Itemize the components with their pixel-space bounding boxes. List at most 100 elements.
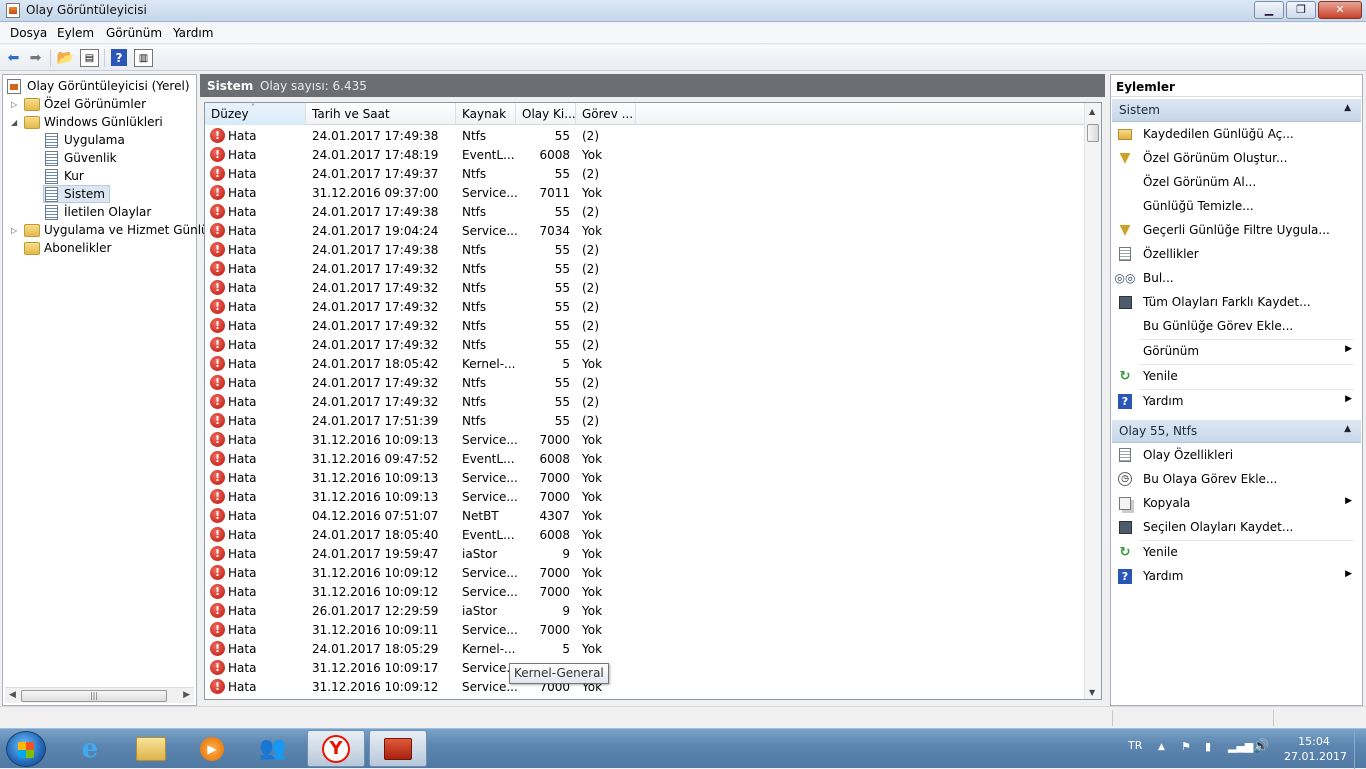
tree-item-security[interactable]: Güvenlik [45,149,117,167]
menu-view[interactable]: Görünüm [106,26,162,40]
table-row[interactable]: ! Hata 24.01.2017 17:49:38 Ntfs 55 (2) [205,203,1085,222]
table-row[interactable]: ! Hata 24.01.2017 17:49:32 Ntfs 55 (2) [205,260,1085,279]
menu-file[interactable]: Dosya [10,26,47,40]
tree-item-application[interactable]: Uygulama [45,131,125,149]
tree-item-windows-logs[interactable]: ◢ Windows Günlükleri [11,113,163,131]
action-center-icon[interactable]: ⚑ [1181,740,1191,753]
collapse-arrow-icon[interactable]: ◢ [11,118,21,127]
action-item[interactable]: ? Yardım ▶ [1111,565,1362,589]
action-item[interactable]: Bu Günlüğe Görev Ekle... [1111,315,1362,339]
scrollbar-thumb[interactable] [1087,124,1099,142]
table-row[interactable]: ! Hata 24.01.2017 17:49:32 Ntfs 55 (2) [205,374,1085,393]
action-item[interactable]: ↻ Yenile [1111,541,1362,565]
table-row[interactable]: ! Hata 31.12.2016 10:09:13 Service... 7000 Yo… [205,488,1085,507]
collapse-up-icon[interactable]: ▲ [1344,103,1351,113]
back-arrow-icon[interactable]: ⬅ [4,49,23,67]
tree-item-root[interactable]: Olay Görüntüleyicisi (Yerel) [7,77,190,95]
scroll-left-icon[interactable]: ◀ [9,690,16,700]
table-row[interactable]: ! Hata 04.12.2016 07:51:07 NetBT 4307 Yok [205,507,1085,526]
tree-item-forwarded-events[interactable]: İletilen Olaylar [45,203,151,221]
yandex-browser-icon[interactable]: Y [307,730,365,767]
column-date[interactable]: Tarih ve Saat [306,103,456,125]
expand-arrow-icon[interactable]: ▷ [11,226,21,235]
menu-help[interactable]: Yardım [173,26,213,40]
action-item[interactable]: ▼ Geçerli Günlüğe Filtre Uygula... [1111,219,1362,243]
folder-up-icon[interactable]: 📂 [56,49,75,67]
column-source[interactable]: Kaynak [456,103,516,125]
vertical-scrollbar[interactable]: ▲ ▼ [1084,103,1101,699]
table-row[interactable]: ! Hata 24.01.2017 18:05:29 Kernel-... 5 Yok [205,640,1085,659]
media-player-icon[interactable]: ▶ [183,730,241,767]
table-row[interactable]: ! Hata 31.12.2016 10:09:17 Service... [205,659,1085,678]
tree-item-app-service-logs[interactable]: ▷ Uygulama ve Hizmet Günlükleri [11,221,235,239]
action-item[interactable]: ▼ Özel Görünüm Oluştur... [1111,147,1362,171]
action-item[interactable]: Kaydedilen Günlüğü Aç... [1111,123,1362,147]
show-hide-action-pane-icon[interactable]: ▥ [134,49,153,67]
table-row[interactable]: ! Hata 24.01.2017 18:05:40 EventL... 6008 Yok [205,526,1085,545]
expand-arrow-icon[interactable]: ▷ [11,100,21,109]
tree-horizontal-scrollbar[interactable]: ◀ ||| ▶ [5,687,194,703]
language-indicator[interactable]: TR [1128,739,1142,752]
table-row[interactable]: ! Hata 31.12.2016 09:47:52 EventL... 6008 Yok [205,450,1085,469]
show-hidden-icons-icon[interactable]: ▲ [1158,742,1165,752]
action-item[interactable]: Görünüm ▶ [1111,340,1362,364]
restore-button[interactable]: ❐ [1286,1,1316,19]
table-row[interactable]: ! Hata 24.01.2017 17:49:37 Ntfs 55 (2) [205,165,1085,184]
action-item[interactable]: Olay Özellikleri [1111,444,1362,468]
scroll-up-icon[interactable]: ▲ [1089,107,1095,116]
help-icon[interactable]: ? [111,49,127,66]
scrollbar-thumb[interactable]: ||| [21,690,167,702]
show-hide-tree-icon[interactable]: ▤ [80,49,99,67]
action-item[interactable]: Özellikler [1111,243,1362,267]
table-row[interactable]: ! Hata 31.12.2016 10:09:12 Service... 7000 Yo… [205,564,1085,583]
tree-item-setup[interactable]: Kur [45,167,84,185]
clock[interactable]: 15:04 27.01.2017 [1284,734,1347,764]
table-row[interactable]: ! Hata 31.12.2016 09:37:00 Service... 7011 Yo… [205,184,1085,203]
table-row[interactable]: ! Hata 31.12.2016 10:09:12 Service... 7000 Yo… [205,583,1085,602]
tree-item-subscriptions[interactable]: Abonelikler [24,239,111,257]
forward-arrow-icon[interactable]: ➡ [26,49,45,67]
table-row[interactable]: ! Hata 24.01.2017 19:04:24 Service... 7034 Yo… [205,222,1085,241]
table-row[interactable]: ! Hata 24.01.2017 17:49:32 Ntfs 55 (2) [205,336,1085,355]
event-viewer-taskbar-icon[interactable] [369,730,427,767]
tree-item-system[interactable]: Sistem [43,185,110,203]
scroll-down-icon[interactable]: ▼ [1089,688,1095,697]
menu-action[interactable]: Eylem [57,26,94,40]
file-explorer-icon[interactable] [122,730,180,767]
table-row[interactable]: ! Hata 31.12.2016 10:09:12 Service... 7000 Yo… [205,678,1085,697]
action-item[interactable]: ◷ Bu Olaya Görev Ekle... [1111,468,1362,492]
minimize-button[interactable]: ▁ [1254,1,1284,19]
column-event-id[interactable]: Olay Ki... [516,103,576,125]
table-row[interactable]: ! Hata 24.01.2017 17:49:32 Ntfs 55 (2) [205,298,1085,317]
table-row[interactable]: ! Hata 26.01.2017 12:29:59 iaStor 9 Yok [205,602,1085,621]
table-row[interactable]: ! Hata 24.01.2017 17:48:19 EventL... 6008 Yok [205,146,1085,165]
table-row[interactable]: ! Hata 24.01.2017 17:49:38 Ntfs 55 (2) [205,127,1085,146]
power-icon[interactable]: ▮ [1205,740,1211,753]
action-item[interactable]: Kopyala ▶ [1111,492,1362,516]
table-row[interactable]: ! Hata 24.01.2017 17:49:32 Ntfs 55 (2) [205,279,1085,298]
table-row[interactable]: ! Hata 24.01.2017 18:05:42 Kernel-... 5 Yok [205,355,1085,374]
action-item[interactable]: Günlüğü Temizle... [1111,195,1362,219]
action-item[interactable]: ? Yardım ▶ [1111,390,1362,414]
table-row[interactable]: ! Hata 24.01.2017 17:49:32 Ntfs 55 (2) [205,317,1085,336]
network-users-icon[interactable]: 👥 [244,730,302,767]
show-desktop-button[interactable] [1354,729,1366,769]
table-row[interactable]: ! Hata 31.12.2016 10:09:13 Service... 7000 Yo… [205,469,1085,488]
actions-section-event[interactable]: Olay 55, Ntfs ▲ [1112,420,1361,443]
action-item[interactable]: ◎◎ Bul... [1111,267,1362,291]
network-signal-icon[interactable]: ▂▄▆ [1228,740,1253,753]
table-row[interactable]: ! Hata 24.01.2017 17:51:39 Ntfs 55 (2) [205,412,1085,431]
action-item[interactable]: Özel Görünüm Al... [1111,171,1362,195]
table-row[interactable]: ! Hata 24.01.2017 19:59:47 iaStor 9 Yok [205,545,1085,564]
table-row[interactable]: ! Hata 31.12.2016 10:09:11 Service... 7000 Yo… [205,621,1085,640]
scroll-right-icon[interactable]: ▶ [183,690,190,700]
internet-explorer-icon[interactable]: e [61,730,119,767]
table-row[interactable]: ! Hata 24.01.2017 17:49:38 Ntfs 55 (2) [205,241,1085,260]
volume-icon[interactable]: 🔊 [1253,739,1269,754]
table-row[interactable]: ! Hata 24.01.2017 17:49:32 Ntfs 55 (2) [205,393,1085,412]
table-row[interactable]: ! Hata 31.12.2016 10:09:13 Service... 7000 Yo… [205,431,1085,450]
action-item[interactable]: ↻ Yenile [1111,365,1362,389]
action-item[interactable]: Tüm Olayları Farklı Kaydet... [1111,291,1362,315]
action-item[interactable]: Seçilen Olayları Kaydet... [1111,516,1362,540]
tree-item-custom-views[interactable]: ▷ Özel Görünümler [11,95,146,113]
